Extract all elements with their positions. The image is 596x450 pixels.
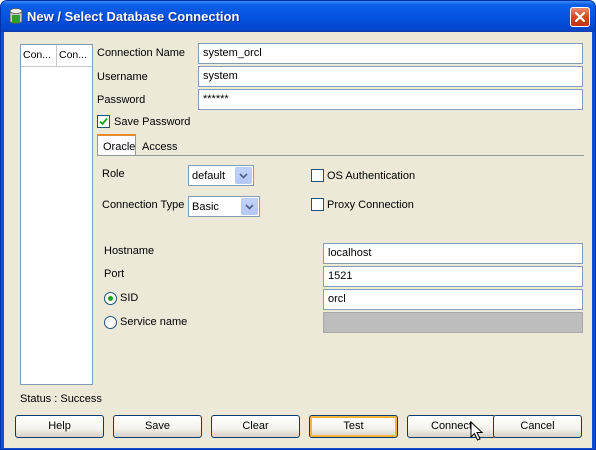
sid-radio[interactable] [104, 292, 117, 305]
save-password-checkbox[interactable] [97, 115, 110, 128]
status-text: Status : Success [20, 393, 102, 405]
service-name-radio[interactable] [104, 316, 117, 329]
save-password-label: Save Password [114, 116, 191, 128]
mouse-pointer-icon [470, 421, 484, 441]
os-authentication-label: OS Authentication [327, 170, 416, 182]
password-label: Password [97, 94, 146, 106]
close-icon [574, 11, 586, 23]
proxy-connection-checkbox[interactable] [311, 198, 324, 211]
test-button[interactable]: Test [309, 415, 398, 438]
hostname-field[interactable]: localhost [323, 243, 583, 264]
port-label: Port [104, 268, 125, 280]
cancel-button[interactable]: Cancel [493, 415, 582, 438]
connection-type-value: Basic [192, 201, 219, 213]
hostname-label: Hostname [104, 245, 155, 257]
sid-field[interactable]: orcl [323, 289, 583, 310]
checkmark-icon [99, 117, 108, 126]
role-label: Role [102, 168, 125, 180]
role-value: default [192, 170, 226, 182]
help-button[interactable]: Help [15, 415, 104, 438]
connections-list-header: Con... Con... [21, 45, 92, 67]
connections-list[interactable]: Con... Con... [20, 44, 93, 385]
tab-oracle[interactable]: Oracle [97, 134, 136, 156]
os-authentication-checkbox[interactable] [311, 169, 324, 182]
port-field[interactable]: 1521 [323, 266, 583, 287]
save-button[interactable]: Save [113, 415, 202, 438]
sid-label: SID [120, 292, 139, 304]
clear-button[interactable]: Clear [211, 415, 300, 438]
connection-type-select[interactable]: Basic [188, 196, 260, 217]
database-connection-icon [9, 8, 23, 24]
tab-divider [97, 155, 584, 156]
password-field[interactable]: ****** [198, 89, 583, 110]
dialog-window: New / Select Database Connection Con... … [0, 0, 596, 450]
window-title: New / Select Database Connection [27, 9, 240, 24]
connections-column-details[interactable]: Con... [57, 45, 92, 66]
title-bar[interactable]: New / Select Database Connection [1, 1, 595, 32]
connection-name-field[interactable]: system_orcl [198, 43, 583, 64]
close-button[interactable] [570, 7, 590, 27]
connection-name-label: Connection Name [97, 47, 186, 59]
proxy-connection-label: Proxy Connection [327, 199, 414, 211]
username-field[interactable]: system [198, 66, 583, 87]
chevron-down-icon[interactable] [241, 198, 258, 215]
service-name-label: Service name [120, 316, 188, 328]
username-label: Username [97, 71, 148, 83]
connection-type-label: Connection Type [102, 199, 185, 211]
connections-column-name[interactable]: Con... [21, 45, 57, 66]
chevron-down-icon[interactable] [235, 167, 252, 184]
role-select[interactable]: default [188, 165, 254, 186]
dialog-body: Con... Con... Connection Name system_orc… [4, 32, 592, 448]
service-name-field [323, 312, 583, 333]
